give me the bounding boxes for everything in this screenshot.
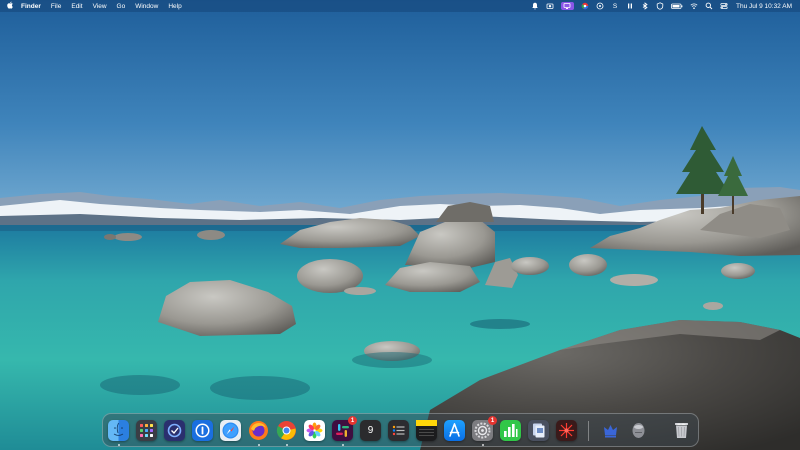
running-indicator	[482, 444, 484, 446]
screenshot-icon[interactable]	[546, 2, 554, 10]
menu-bar-clock[interactable]: Thu Jul 9 10:32 AM	[736, 3, 792, 10]
menu-window[interactable]: Window	[135, 3, 158, 10]
wifi-icon[interactable]	[690, 2, 698, 10]
dock-separator	[588, 421, 589, 441]
calendar-day-label: 9	[367, 425, 374, 436]
desktop-wallpaper	[0, 0, 800, 450]
omnifocus-icon[interactable]	[164, 420, 185, 441]
launchpad-icon[interactable]	[136, 420, 157, 441]
menu-go[interactable]: Go	[117, 3, 126, 10]
running-indicator	[118, 444, 120, 446]
menu-edit[interactable]: Edit	[71, 3, 82, 10]
disk-icon[interactable]	[628, 420, 649, 441]
menu-view[interactable]: View	[93, 3, 107, 10]
notification-badge: 1	[488, 416, 497, 425]
onepassword-icon[interactable]	[192, 420, 213, 441]
search-icon[interactable]	[705, 2, 713, 10]
chrome-icon[interactable]	[276, 420, 297, 441]
menu-file[interactable]: File	[51, 3, 61, 10]
menu-bar-left: Finder File Edit View Go Window Help	[0, 1, 192, 11]
control-center-icon[interactable]	[720, 2, 728, 10]
notes-icon[interactable]	[416, 420, 437, 441]
numbers-icon[interactable]	[500, 420, 521, 441]
dock: 1 9 1	[102, 413, 699, 447]
system-preferences-icon[interactable]: 1	[472, 416, 497, 441]
trash-icon[interactable]	[671, 420, 692, 441]
menu-app-name[interactable]: Finder	[21, 3, 41, 10]
s-icon[interactable]: S	[611, 2, 619, 10]
crown-icon[interactable]	[600, 420, 621, 441]
menu-bar: Finder File Edit View Go Window Help S T…	[0, 0, 800, 12]
preview-icon[interactable]	[528, 420, 549, 441]
apple-icon[interactable]	[6, 1, 15, 11]
photos-icon[interactable]	[304, 420, 325, 441]
notification-badge: 1	[348, 416, 357, 425]
firefox-icon[interactable]	[248, 420, 269, 441]
display-icon[interactable]	[560, 2, 574, 10]
running-indicator	[258, 444, 260, 446]
network-icon[interactable]	[596, 2, 604, 10]
app-store-icon[interactable]	[444, 420, 465, 441]
finder-icon[interactable]	[108, 420, 129, 441]
vpn-icon[interactable]	[656, 2, 664, 10]
slack-icon[interactable]: 1	[332, 416, 357, 441]
safari-icon[interactable]	[220, 420, 241, 441]
chrome-extension-icon[interactable]	[581, 2, 589, 10]
menu-bar-right: S Thu Jul 9 10:32 AM	[524, 2, 800, 10]
bluetooth-icon[interactable]	[641, 2, 649, 10]
reminders-icon[interactable]	[388, 420, 409, 441]
running-indicator	[342, 444, 344, 446]
running-indicator	[286, 444, 288, 446]
pause-icon[interactable]	[626, 2, 634, 10]
bell-icon[interactable]	[531, 2, 539, 10]
menu-help[interactable]: Help	[168, 3, 181, 10]
radar-icon[interactable]	[556, 420, 577, 441]
calendar-icon[interactable]: 9	[360, 420, 381, 441]
battery-icon[interactable]	[671, 2, 683, 10]
